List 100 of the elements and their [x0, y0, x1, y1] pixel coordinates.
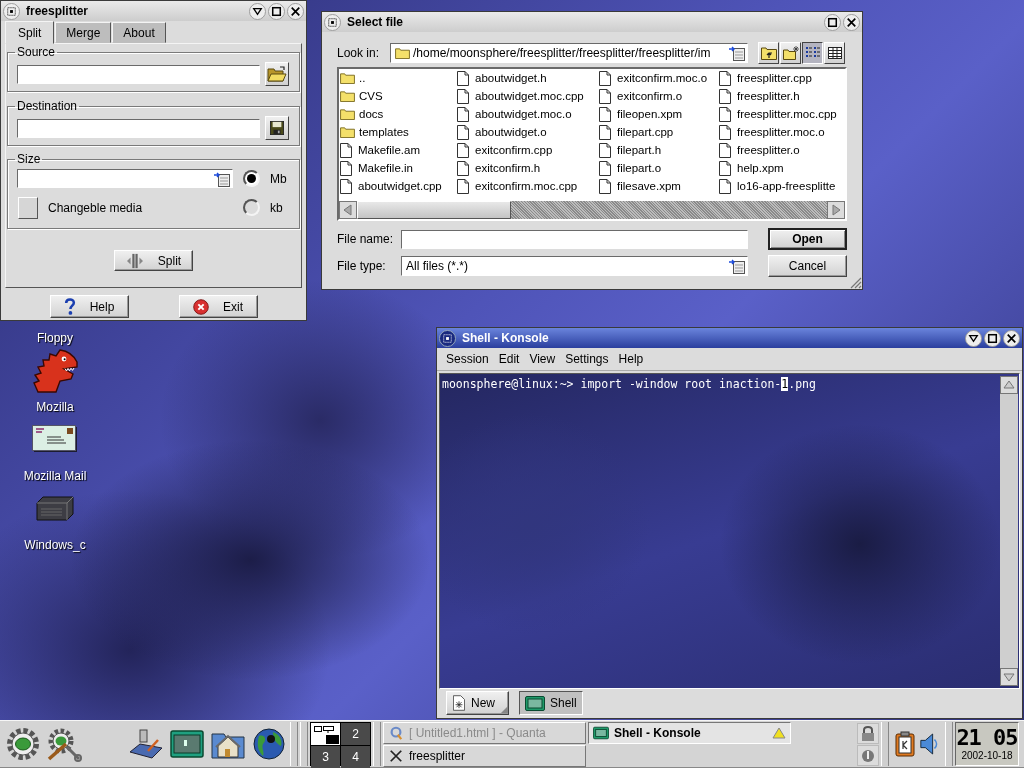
menu-item[interactable]: View [524, 352, 561, 366]
file-item[interactable]: CVS [339, 87, 456, 105]
size-combo-box[interactable] [17, 169, 233, 188]
help-button[interactable]: Help [49, 295, 129, 318]
cancel-button[interactable]: Cancel [768, 255, 847, 277]
file-item[interactable]: docs [339, 105, 456, 123]
horizontal-scrollbar[interactable] [339, 201, 845, 219]
maximize-icon[interactable] [984, 329, 1001, 347]
new-session-button[interactable]: New [446, 691, 509, 715]
window-menu-icon[interactable] [439, 329, 456, 347]
vertical-scrollbar[interactable] [1000, 376, 1018, 686]
clock[interactable]: 21 05 2002-10-18 [955, 722, 1019, 766]
file-item[interactable]: aboutwidget.moc.o [456, 105, 598, 123]
desktop-icon-label[interactable]: Mozilla [36, 400, 74, 414]
power-icon[interactable] [857, 744, 879, 766]
file-item[interactable]: Makefile.am [339, 141, 456, 159]
panel-handle[interactable] [300, 722, 308, 766]
session-tab[interactable]: Shell [519, 691, 583, 715]
tab[interactable]: Merge [55, 22, 112, 43]
file-item[interactable]: filesave.xpm [598, 177, 718, 195]
minimize-icon[interactable] [965, 329, 982, 347]
window-menu-icon[interactable] [3, 2, 20, 20]
file-item[interactable]: exitconfirm.o [598, 87, 718, 105]
window-menu-icon[interactable] [324, 13, 341, 31]
desktop-icon-label[interactable]: Windows_c [24, 538, 86, 552]
file-item[interactable]: aboutwidget.moc.cpp [456, 87, 598, 105]
menu-item[interactable]: Settings [560, 352, 614, 366]
split-button[interactable]: Split [114, 250, 193, 271]
open-button[interactable]: Open [768, 228, 847, 250]
task-button[interactable]: Shell - Konsole [588, 722, 791, 744]
browse-button[interactable] [265, 62, 289, 86]
destination-field[interactable] [17, 118, 260, 138]
path-combo-box[interactable]: /home/moonsphere/freesplitter/freesplitter/freesplitter/im [390, 43, 748, 63]
file-item[interactable]: filepart.h [598, 141, 718, 159]
clipboard-icon[interactable] [895, 731, 915, 757]
panel-handle[interactable] [290, 722, 298, 766]
resize-grip-icon[interactable] [850, 277, 862, 289]
file-item[interactable]: aboutwidget.o [456, 123, 598, 141]
file-name-field[interactable] [401, 229, 748, 249]
menu-item[interactable]: Session [441, 352, 494, 366]
file-item[interactable]: exitconfirm.moc.o [598, 69, 718, 87]
pager-desktop[interactable]: 3 [311, 746, 340, 768]
panel-handle[interactable] [881, 722, 889, 766]
folder-icon [340, 90, 355, 102]
globe-icon[interactable] [251, 726, 287, 762]
file-type-combo-box[interactable]: All files (*.*) [401, 256, 748, 276]
file-item[interactable]: freesplitter.o [718, 141, 845, 159]
panel-handle[interactable] [945, 722, 953, 766]
gear-tools-icon[interactable] [46, 726, 82, 762]
file-item[interactable]: Makefile.in [339, 159, 456, 177]
file-item[interactable]: freesplitter.cpp [718, 69, 845, 87]
radio-button[interactable] [243, 170, 260, 187]
close-icon[interactable] [1003, 329, 1020, 347]
maximize-icon[interactable] [824, 13, 841, 31]
pager-desktop[interactable] [311, 723, 340, 745]
close-icon[interactable] [843, 13, 860, 31]
new-folder-button[interactable] [780, 42, 801, 64]
radio-button[interactable] [243, 199, 260, 216]
file-item[interactable]: freesplitter.h [718, 87, 845, 105]
envelope-icon[interactable] [32, 425, 78, 453]
scrollbar-thumb[interactable] [357, 201, 511, 219]
file-item[interactable]: exitconfirm.moc.cpp [456, 177, 598, 195]
file-item[interactable]: freesplitter.moc.cpp [718, 105, 845, 123]
triangle-icon[interactable] [772, 727, 786, 739]
speaker-icon[interactable] [919, 731, 939, 757]
tab[interactable]: About [112, 22, 166, 43]
file-item[interactable]: aboutwidget.cpp [339, 177, 456, 195]
file-item[interactable]: .. [339, 69, 456, 87]
minimize-icon[interactable] [249, 2, 266, 20]
file-item[interactable]: exitconfirm.cpp [456, 141, 598, 159]
file-item[interactable]: exitconfirm.h [456, 159, 598, 177]
parent-folder-button[interactable] [758, 42, 779, 64]
dinosaur-icon[interactable] [32, 347, 78, 393]
file-item[interactable]: aboutwidget.h [456, 69, 598, 87]
pager-desktop[interactable]: 4 [341, 746, 370, 768]
pager-desktop[interactable]: 2 [341, 723, 370, 745]
file-item[interactable]: filepart.cpp [598, 123, 718, 141]
menu-item[interactable]: Edit [493, 352, 525, 366]
menu-item[interactable]: Help [613, 352, 649, 366]
checkbox[interactable] [18, 197, 38, 219]
desktop-icon-label[interactable]: Floppy [37, 331, 73, 345]
file-item[interactable]: freesplitter.moc.o [718, 123, 845, 141]
padlock-icon[interactable] [857, 722, 879, 744]
desktop-icon-label[interactable]: Mozilla Mail [23, 469, 87, 483]
save-button[interactable] [265, 116, 289, 140]
file-item[interactable]: lo16-app-freesplitte [718, 177, 845, 195]
source-field[interactable] [17, 64, 260, 84]
maximize-icon[interactable] [268, 2, 285, 20]
view-mode-button[interactable] [802, 42, 823, 64]
file-item[interactable]: templates [339, 123, 456, 141]
gear-icon[interactable] [5, 726, 41, 762]
task-button[interactable]: freesplitter [383, 745, 586, 767]
close-icon[interactable] [287, 2, 304, 20]
file-item[interactable]: filepart.o [598, 159, 718, 177]
tab[interactable]: Split [5, 21, 55, 44]
pen-tablet-icon[interactable] [128, 726, 164, 762]
file-item[interactable]: help.xpm [718, 159, 845, 177]
panel-handle[interactable] [373, 722, 381, 766]
exit-button[interactable]: Exit [178, 295, 258, 318]
file-item[interactable]: fileopen.xpm [598, 105, 718, 123]
